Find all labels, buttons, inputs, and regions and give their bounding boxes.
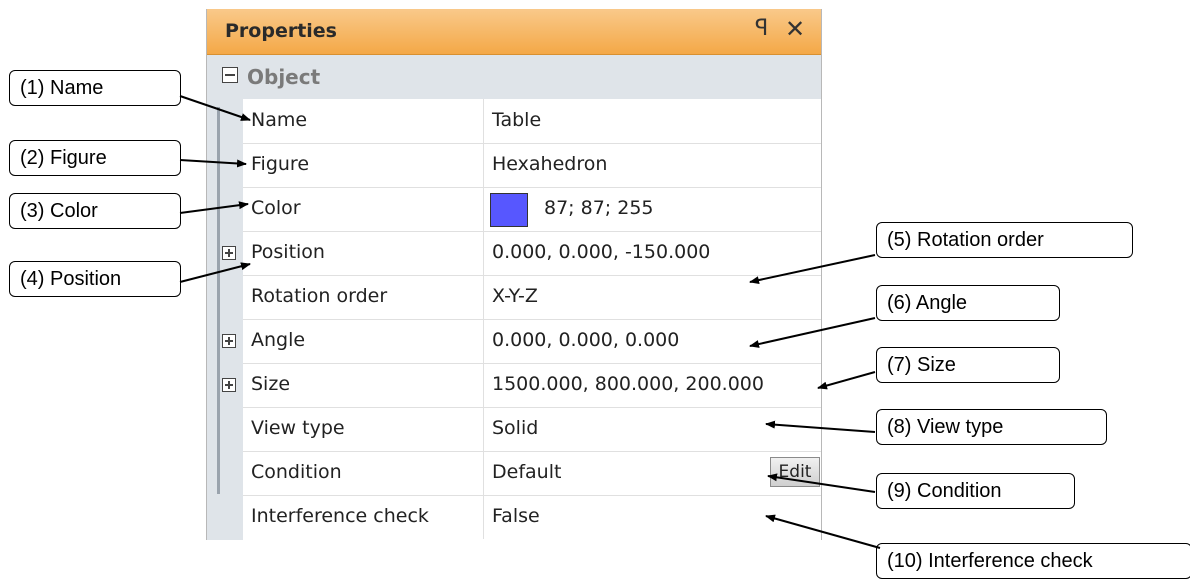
property-value-cell[interactable]: 0.000, 0.000, 0.000 (483, 319, 822, 363)
callout-name: (1) Name (9, 70, 181, 106)
callout-view-type: (8) View type (876, 409, 1107, 445)
expand-icon[interactable] (222, 334, 236, 348)
property-value: False (492, 505, 540, 527)
expand-icon[interactable] (222, 378, 236, 392)
close-icon[interactable]: ✕ (785, 15, 805, 43)
property-value: 0.000, 0.000, -150.000 (492, 241, 711, 263)
property-name: Condition (251, 461, 342, 483)
property-value-cell[interactable]: 0.000, 0.000, -150.000 (483, 231, 822, 275)
gutter-divider (217, 107, 220, 494)
property-value-cell[interactable]: 1500.000, 800.000, 200.000 (483, 363, 822, 407)
property-name: Name (251, 109, 308, 131)
property-name: Interference check (251, 505, 429, 527)
panel-title: Properties (225, 20, 337, 42)
property-value-cell[interactable]: Default Edit (483, 451, 822, 495)
property-row-condition[interactable]: Condition Default Edit (243, 451, 821, 496)
property-row-color[interactable]: Color 87; 87; 255 (243, 187, 821, 232)
property-name: Size (251, 373, 291, 395)
property-row-figure[interactable]: Figure Hexahedron (243, 143, 821, 188)
panel-titlebar: Properties ꟼ ✕ (207, 9, 821, 55)
properties-panel: Properties ꟼ ✕ Object Name Table Figure … (206, 9, 822, 540)
property-value-cell[interactable]: Solid (483, 407, 822, 451)
property-row-interference-check[interactable]: Interference check False (243, 495, 821, 539)
collapse-icon[interactable] (222, 67, 238, 83)
callout-color: (3) Color (9, 193, 181, 229)
callout-condition: (9) Condition (876, 473, 1075, 509)
property-name: Color (251, 197, 301, 219)
property-row-position[interactable]: Position 0.000, 0.000, -150.000 (222, 231, 822, 276)
property-value: X-Y-Z (492, 285, 538, 307)
property-value-cell[interactable]: Hexahedron (483, 143, 822, 187)
property-value: Table (492, 109, 542, 131)
property-value: Default (492, 461, 562, 483)
expand-icon[interactable] (222, 246, 236, 260)
property-value-cell[interactable]: 87; 87; 255 (483, 187, 822, 231)
property-value: Solid (492, 417, 539, 439)
property-row-size[interactable]: Size 1500.000, 800.000, 200.000 (222, 363, 822, 408)
property-row-angle[interactable]: Angle 0.000, 0.000, 0.000 (222, 319, 822, 364)
callout-figure: (2) Figure (9, 140, 181, 176)
property-value-cell[interactable]: X-Y-Z (483, 275, 822, 319)
edit-button[interactable]: Edit (770, 457, 820, 487)
row-gutter (207, 55, 243, 540)
property-name: View type (251, 417, 345, 439)
property-name: Position (251, 241, 325, 263)
category-object[interactable]: Object (207, 55, 821, 99)
property-row-rotation-order[interactable]: Rotation order X-Y-Z (243, 275, 821, 320)
property-value: Hexahedron (492, 153, 608, 175)
arrow-size (817, 371, 876, 390)
color-swatch[interactable] (490, 193, 528, 227)
category-label: Object (247, 65, 321, 89)
callout-interference-check: (10) Interference check (876, 543, 1190, 579)
property-row-name[interactable]: Name Table (243, 99, 821, 144)
property-name: Angle (251, 329, 306, 351)
callout-position: (4) Position (9, 261, 181, 297)
property-value-cell[interactable]: False (483, 495, 822, 539)
property-name: Figure (251, 153, 310, 175)
property-value: 0.000, 0.000, 0.000 (492, 329, 680, 351)
pin-icon[interactable]: ꟼ (755, 16, 768, 41)
property-row-view-type[interactable]: View type Solid (243, 407, 821, 452)
property-value: 1500.000, 800.000, 200.000 (492, 373, 764, 395)
property-value: 87; 87; 255 (544, 197, 654, 219)
property-value-cell[interactable]: Table (483, 99, 822, 143)
callout-size: (7) Size (876, 347, 1060, 383)
callout-angle: (6) Angle (876, 285, 1060, 321)
callout-rotation-order: (5) Rotation order (876, 222, 1133, 258)
property-name: Rotation order (251, 285, 388, 307)
